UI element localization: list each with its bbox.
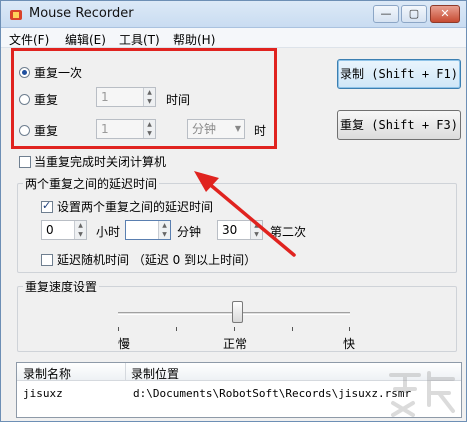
repeat-duration-stepper[interactable]: 1 ▲ ▼ bbox=[96, 119, 156, 139]
window-title: Mouse Recorder bbox=[29, 6, 134, 21]
slider-tick bbox=[118, 327, 119, 331]
column-divider[interactable] bbox=[125, 363, 126, 381]
stepper-arrows-icon[interactable]: ▲ ▼ bbox=[158, 221, 170, 239]
speed-slow-label: 慢 bbox=[118, 337, 131, 351]
watermark-logo-icon bbox=[389, 371, 455, 417]
menu-file[interactable]: 文件(F) bbox=[9, 31, 49, 48]
delay-seconds-label: 第二次 bbox=[270, 225, 307, 239]
delay-group-title: 两个重复之间的延迟时间 bbox=[23, 175, 160, 192]
repeat-duration-label: 重复 bbox=[34, 124, 59, 138]
stepper-arrows-icon[interactable]: ▲ ▼ bbox=[143, 88, 155, 106]
stepper-arrows-icon[interactable]: ▲ ▼ bbox=[250, 221, 262, 239]
slider-tick bbox=[349, 327, 350, 331]
shutdown-label: 当重复完成时关闭计算机 bbox=[34, 155, 167, 169]
slider-tick bbox=[292, 327, 293, 331]
speed-slider-thumb[interactable] bbox=[232, 301, 243, 323]
speed-fast-label: 快 bbox=[343, 337, 356, 351]
duration-suffix: 时 bbox=[254, 124, 267, 138]
slider-tick bbox=[234, 327, 235, 331]
stepper-arrows-icon[interactable]: ▲ ▼ bbox=[74, 221, 86, 239]
record-path-cell[interactable]: d:\Documents\RobotSoft\Records\jisuxz.rs… bbox=[133, 387, 411, 400]
shutdown-checkbox[interactable] bbox=[19, 156, 31, 168]
repeat-times-label: 重复 bbox=[34, 93, 59, 107]
column-header-name[interactable]: 录制名称 bbox=[23, 365, 71, 382]
repeat-once-radio[interactable] bbox=[19, 67, 30, 78]
minimize-button[interactable]: — bbox=[373, 5, 399, 23]
delay-minutes-stepper[interactable]: ▲ ▼ bbox=[125, 220, 171, 240]
record-name-cell[interactable]: jisuxz bbox=[23, 387, 63, 400]
set-delay-label: 设置两个重复之间的延迟时间 bbox=[57, 200, 214, 214]
repeat-button[interactable]: 重复 (Shift + F3) bbox=[337, 110, 461, 140]
menu-tools[interactable]: 工具(T) bbox=[119, 31, 160, 48]
stepper-arrows-icon[interactable]: ▲ ▼ bbox=[143, 120, 155, 138]
menu-help[interactable]: 帮助(H) bbox=[173, 31, 215, 48]
random-delay-label: 延迟随机时间 （延迟 0 到以上时间） bbox=[57, 253, 257, 267]
repeat-times-value: 1 bbox=[101, 90, 109, 104]
delay-hours-value: 0 bbox=[46, 223, 54, 237]
set-delay-checkbox[interactable] bbox=[41, 199, 53, 213]
repeat-duration-radio[interactable] bbox=[19, 125, 30, 136]
chevron-down-icon: ▼ bbox=[234, 124, 241, 133]
menu-bar: 文件(F) 编辑(E) 工具(T) 帮助(H) bbox=[1, 28, 466, 48]
app-window: Mouse Recorder — ▢ ✕ 文件(F) 编辑(E) 工具(T) 帮… bbox=[0, 0, 467, 422]
mouse-recorder-icon bbox=[10, 10, 22, 20]
duration-unit-select[interactable]: 分钟 ▼ bbox=[187, 119, 245, 139]
maximize-button[interactable]: ▢ bbox=[401, 5, 427, 23]
menu-edit[interactable]: 编辑(E) bbox=[65, 31, 106, 48]
repeat-once-label: 重复一次 bbox=[34, 66, 83, 80]
delay-seconds-stepper[interactable]: 30 ▲ ▼ bbox=[217, 220, 263, 240]
speed-group-title: 重复速度设置 bbox=[23, 278, 100, 295]
repeat-times-stepper[interactable]: 1 ▲ ▼ bbox=[96, 87, 156, 107]
duration-unit-value: 分钟 bbox=[192, 122, 217, 136]
speed-normal-label: 正常 bbox=[223, 337, 248, 351]
delay-seconds-value: 30 bbox=[222, 223, 238, 237]
delay-hours-stepper[interactable]: 0 ▲ ▼ bbox=[41, 220, 87, 240]
repeat-times-radio[interactable] bbox=[19, 94, 30, 105]
delay-minutes-label: 分钟 bbox=[177, 225, 202, 239]
column-header-path[interactable]: 录制位置 bbox=[131, 365, 179, 382]
slider-tick bbox=[176, 327, 177, 331]
title-bar[interactable]: Mouse Recorder — ▢ ✕ bbox=[1, 1, 466, 28]
random-delay-checkbox[interactable] bbox=[41, 254, 53, 266]
record-button[interactable]: 录制 (Shift + F1) bbox=[337, 59, 461, 89]
close-button[interactable]: ✕ bbox=[430, 5, 460, 23]
repeat-duration-value: 1 bbox=[101, 122, 109, 136]
repeat-times-unit: 时间 bbox=[166, 93, 191, 107]
delay-hours-label: 小时 bbox=[96, 225, 121, 239]
